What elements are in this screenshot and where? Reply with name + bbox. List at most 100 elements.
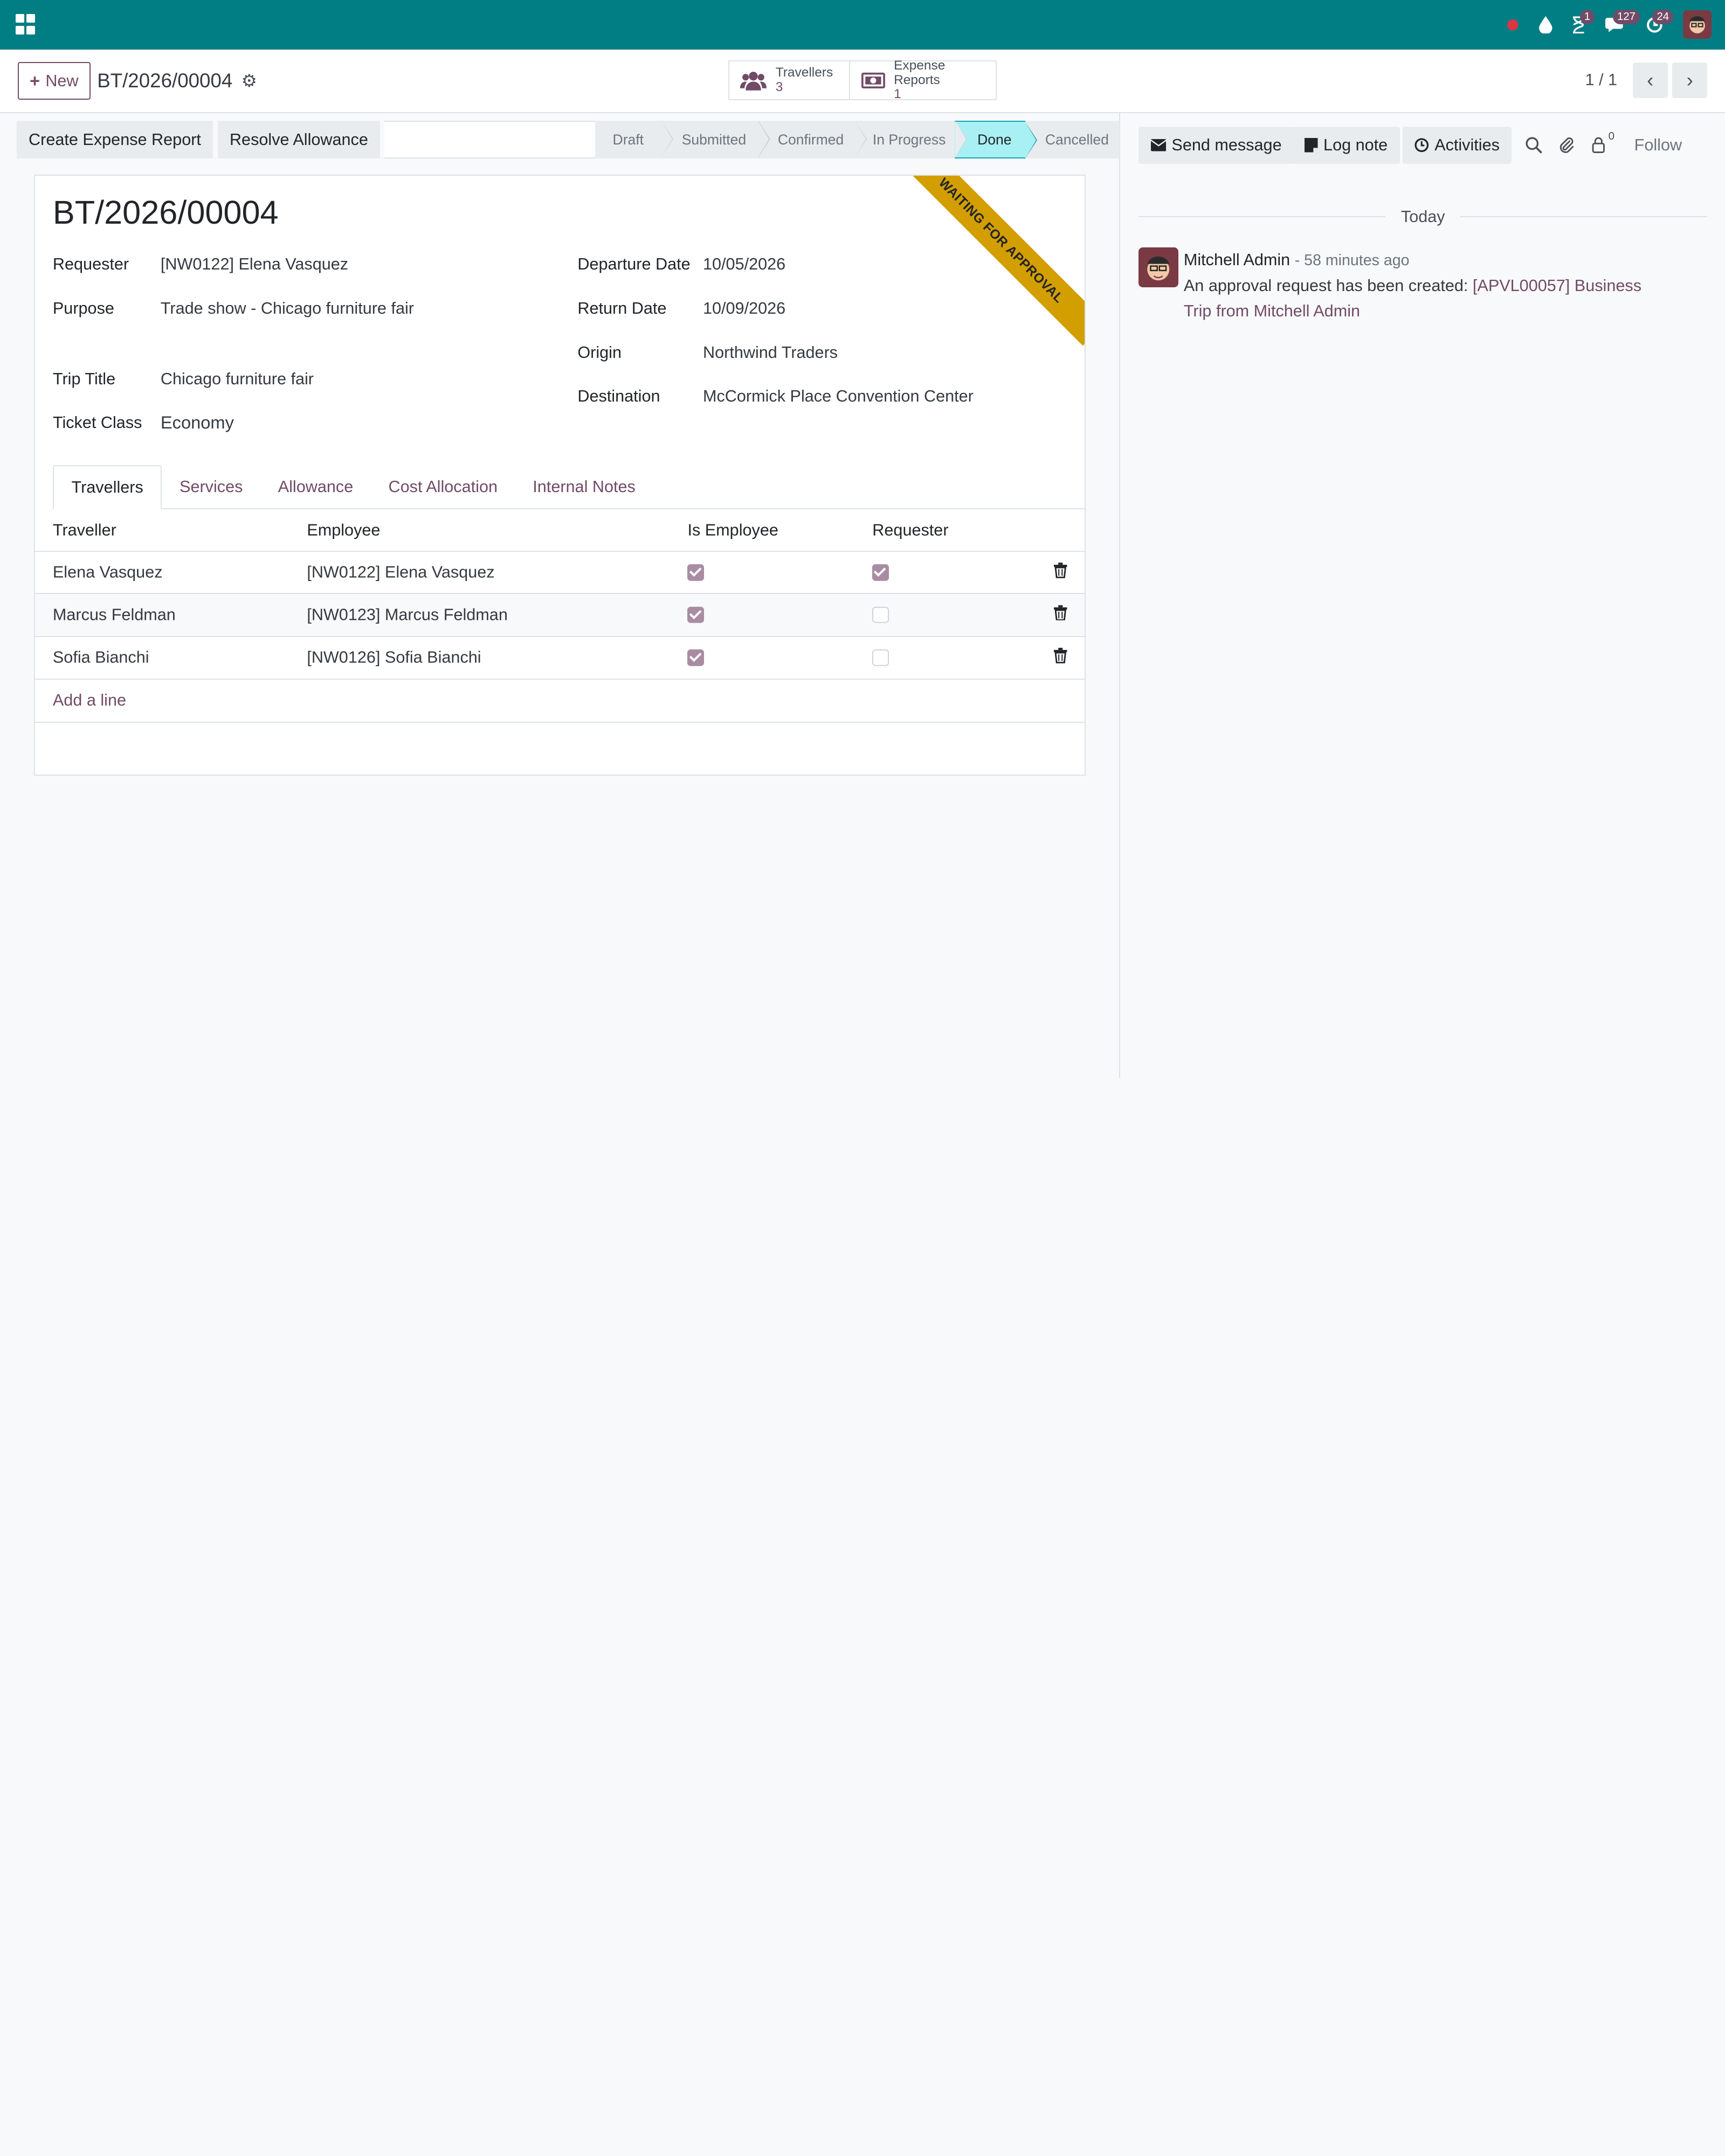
- activities-button[interactable]: Activities: [1403, 126, 1512, 164]
- column-header-employee[interactable]: Employee: [307, 521, 380, 540]
- travellers-smart-button[interactable]: Travellers 3: [729, 61, 850, 99]
- control-panel: + New BT/2026/00004 ⚙ Travellers 3 Expens…: [0, 49, 1725, 114]
- author-avatar[interactable]: [1138, 247, 1178, 287]
- is-employee-checkbox[interactable]: [687, 649, 705, 666]
- is-employee-checkbox[interactable]: [687, 564, 705, 581]
- message-text: An approval request has been created: [A…: [1184, 273, 1646, 324]
- traveller-cell: Sofia Bianchi: [52, 648, 149, 667]
- employee-cell: [NW0123] Marcus Feldman: [307, 605, 508, 624]
- systray: 1 127 24: [1496, 0, 1712, 50]
- smart-buttons: Travellers 3 Expense Reports 1: [728, 58, 997, 102]
- field-purpose: Purpose Trade show - Chicago furniture fa…: [52, 299, 414, 318]
- pager-next-button[interactable]: ›: [1672, 63, 1708, 98]
- date-separator-label: Today: [1400, 207, 1445, 226]
- trash-icon[interactable]: [1054, 605, 1067, 625]
- updates-badge: 24: [1652, 10, 1674, 24]
- stage-draft[interactable]: Draft: [595, 121, 673, 158]
- origin-value[interactable]: Northwind Traders: [703, 343, 838, 362]
- column-header-requester[interactable]: Requester: [872, 521, 948, 540]
- column-header-traveller[interactable]: Traveller: [53, 521, 116, 540]
- table-row[interactable]: Elena Vasquez [NW0122] Elena Vasquez: [35, 552, 1085, 594]
- messages-icon[interactable]: 127: [1595, 0, 1640, 50]
- gear-icon[interactable]: ⚙: [242, 71, 257, 91]
- stage-submitted[interactable]: Submitted: [661, 121, 770, 158]
- stage-label: Confirmed: [777, 131, 844, 148]
- field-departure-date: Departure Date 10/05/2026: [577, 255, 785, 274]
- date-separator: Today: [1138, 206, 1708, 228]
- chevron-right-icon: ›: [1686, 68, 1693, 91]
- expense-reports-count: 1: [894, 87, 901, 102]
- followers-button[interactable]: 0: [1591, 130, 1614, 154]
- add-a-line-link[interactable]: Add a line: [53, 691, 126, 710]
- destination-value[interactable]: McCormick Place Convention Center: [703, 387, 974, 406]
- stage-confirmed[interactable]: Confirmed: [758, 121, 867, 158]
- activities-hourglass-icon[interactable]: 1: [1562, 0, 1595, 50]
- paperclip-icon[interactable]: [1558, 136, 1576, 154]
- divider: [1138, 216, 1386, 218]
- expense-reports-smart-button[interactable]: Expense Reports 1: [849, 58, 996, 102]
- recording-status-icon[interactable]: [1496, 0, 1529, 50]
- ticket-class-value[interactable]: Economy: [161, 412, 234, 433]
- create-expense-report-button[interactable]: Create Expense Report: [16, 121, 213, 158]
- user-avatar[interactable]: [1683, 10, 1712, 39]
- form-sheet: WAITING FOR APPROVAL BT/2026/00004 Reque…: [34, 175, 1086, 776]
- is-employee-checkbox[interactable]: [687, 606, 705, 624]
- activities-label: Activities: [1434, 135, 1500, 154]
- log-note-label: Log note: [1323, 135, 1388, 154]
- departure-date-value[interactable]: 10/05/2026: [703, 255, 785, 274]
- trash-icon[interactable]: [1054, 648, 1067, 668]
- send-message-button[interactable]: Send message: [1138, 126, 1294, 164]
- field-origin: Origin Northwind Traders: [577, 343, 838, 362]
- top-navbar: 1 127 24: [0, 0, 1725, 50]
- table-row[interactable]: Marcus Feldman [NW0123] Marcus Feldman: [35, 593, 1085, 637]
- message-timestamp: - 58 minutes ago: [1294, 252, 1410, 270]
- tab-travellers[interactable]: Travellers: [52, 465, 162, 509]
- chevron-left-icon: ‹: [1647, 68, 1654, 91]
- new-button[interactable]: + New: [17, 62, 91, 100]
- stage-label: Submitted: [681, 131, 747, 148]
- tab-cost-allocation[interactable]: Cost Allocation: [371, 465, 515, 508]
- requester-checkbox[interactable]: [872, 564, 889, 581]
- trip-title-value[interactable]: Chicago furniture fair: [161, 370, 314, 389]
- pager-value[interactable]: 1 / 1: [1585, 71, 1617, 89]
- trash-icon[interactable]: [1054, 562, 1067, 583]
- field-label: Trip Title: [52, 369, 116, 388]
- money-icon: [861, 72, 885, 88]
- chatter-tools: 0 Follow: [1525, 127, 1682, 164]
- stage-label: Cancelled: [1045, 131, 1109, 148]
- field-destination: Destination McCormick Place Convention Ce…: [577, 387, 973, 406]
- drop-icon[interactable]: [1529, 0, 1562, 50]
- pager-previous-button[interactable]: ‹: [1632, 63, 1668, 98]
- purpose-value[interactable]: Trade show - Chicago furniture fair: [161, 299, 414, 318]
- stage-pipeline: Draft Submitted Confirmed In Progress Do…: [595, 121, 1120, 159]
- message-text-content: An approval request has been created:: [1183, 277, 1473, 295]
- table-row[interactable]: Sofia Bianchi [NW0126] Sofia Bianchi: [35, 637, 1085, 680]
- field-label: Purpose: [52, 299, 114, 318]
- travellers-count: 3: [775, 79, 783, 94]
- log-note-button[interactable]: Log note: [1292, 126, 1400, 164]
- app-menu-icon[interactable]: [15, 13, 38, 36]
- tab-allowance[interactable]: Allowance: [260, 465, 371, 508]
- updates-icon[interactable]: 24: [1635, 0, 1674, 50]
- stage-cancelled[interactable]: Cancelled: [1025, 121, 1120, 158]
- requester-checkbox[interactable]: [872, 649, 889, 666]
- stage-label: In Progress: [872, 131, 946, 148]
- tab-services[interactable]: Services: [162, 465, 260, 508]
- stage-in-progress[interactable]: In Progress: [854, 121, 967, 158]
- tab-internal-notes[interactable]: Internal Notes: [515, 465, 653, 508]
- user-icon: [1592, 137, 1605, 154]
- note-icon: [1305, 138, 1318, 153]
- return-date-value[interactable]: 10/09/2026: [703, 299, 785, 318]
- requester-checkbox[interactable]: [872, 606, 889, 624]
- requester-value[interactable]: [NW0122] Elena Vasquez: [161, 255, 348, 274]
- form-view: Create Expense Report Resolve Allowance …: [0, 113, 1120, 1078]
- message-author[interactable]: Mitchell Admin: [1184, 251, 1290, 269]
- employee-cell: [NW0122] Elena Vasquez: [307, 563, 495, 582]
- resolve-allowance-button[interactable]: Resolve Allowance: [217, 121, 381, 158]
- expense-reports-smart-label: Expense Reports: [894, 58, 946, 87]
- search-icon[interactable]: [1525, 136, 1543, 154]
- follow-button[interactable]: Follow: [1634, 136, 1682, 155]
- users-icon: [740, 71, 767, 91]
- column-header-is-employee[interactable]: Is Employee: [687, 521, 778, 540]
- new-button-label: New: [45, 71, 79, 90]
